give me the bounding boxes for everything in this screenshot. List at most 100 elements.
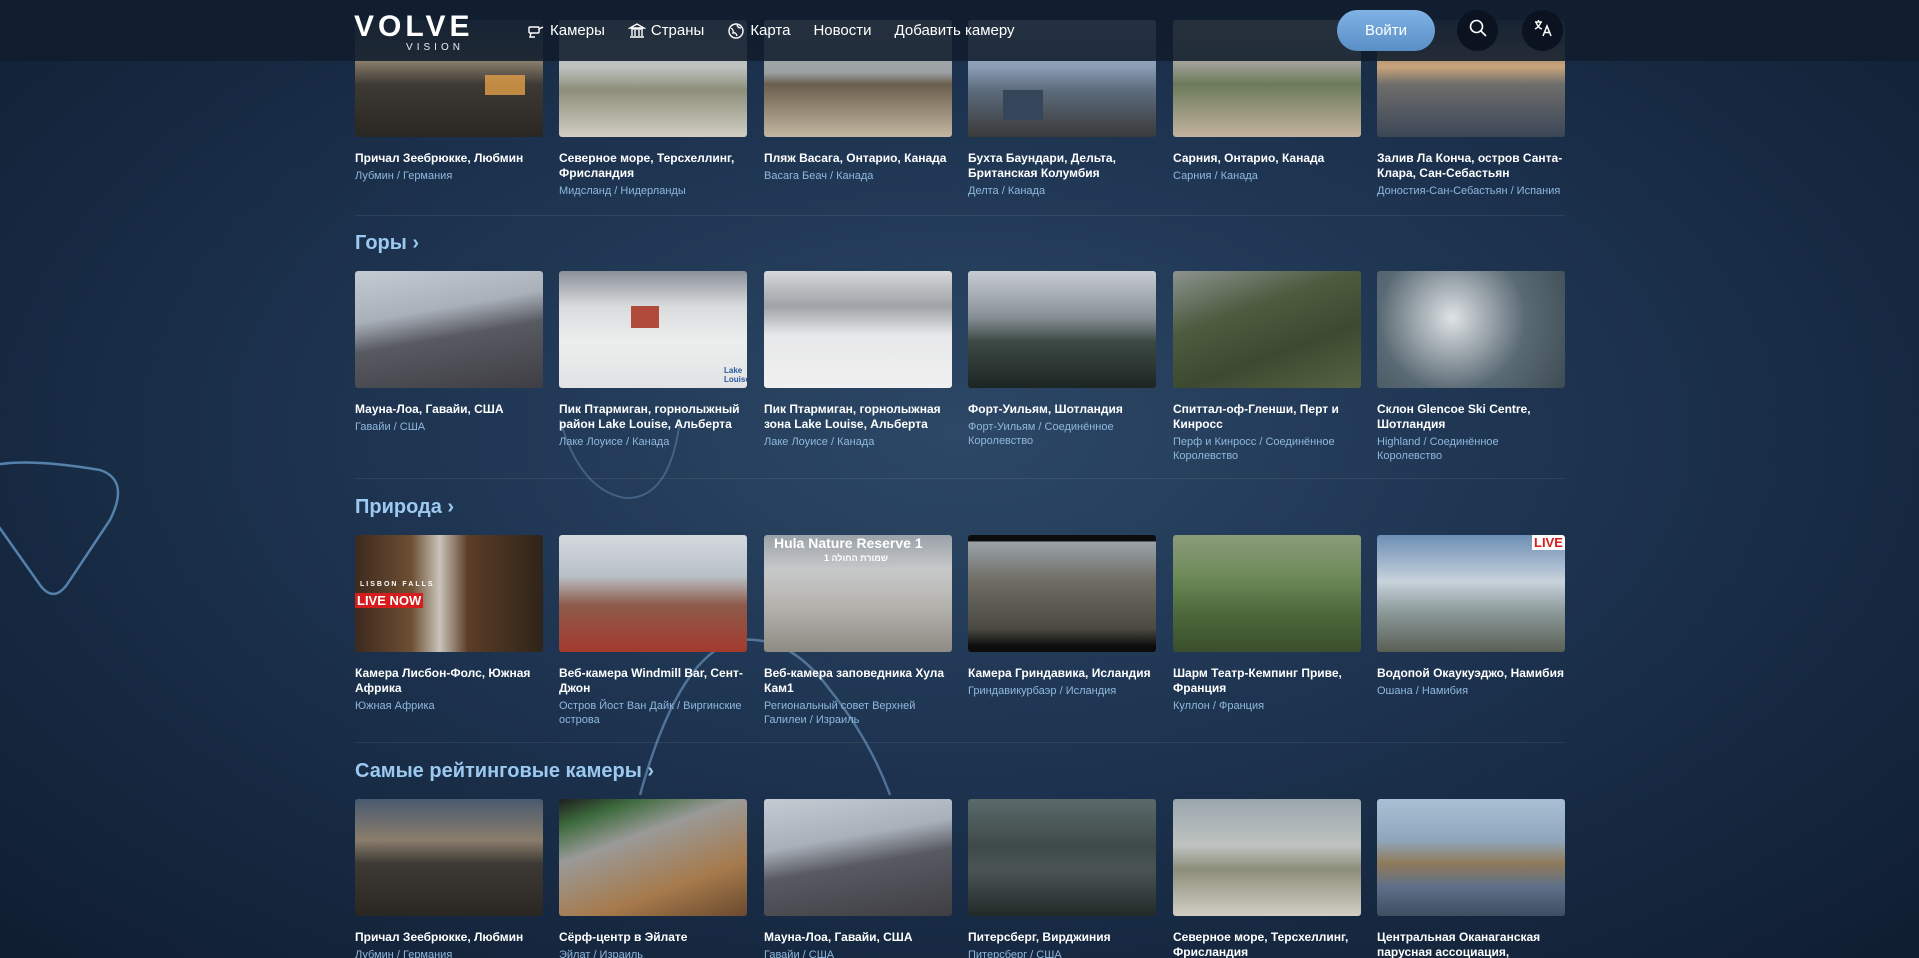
section-title-nature[interactable]: Природа › [355,496,454,519]
camera-location[interactable]: Делта / Канада [968,184,1156,198]
camera-card[interactable]: LIVE Водопой Окаукуэджо, Намибия Ошана /… [1377,535,1565,698]
camera-card[interactable]: Северное море, Терсхеллинг, Фрисландия [1173,799,1361,958]
camera-title: Спиттал-оф-Гленши, Перт и Кинросс [1173,402,1339,431]
lake-louise-logo: Lake Louise [724,366,747,384]
section-title-top-rated[interactable]: Самые рейтинговые камеры › [355,760,654,783]
camera-location[interactable]: Региональный совет Верхней Галилеи / Изр… [764,699,952,727]
nav-add-camera[interactable]: Добавить камеру [895,22,1015,39]
camera-location[interactable]: Южная Африка [355,699,543,713]
camera-card[interactable]: Hula Nature Reserve 1 שמורת החולה 1 Веб-… [764,535,952,727]
camera-thumbnail[interactable] [1173,799,1361,916]
camera-location[interactable]: Доностия-Сан-Себастьян / Испания [1377,184,1565,198]
nature-row: LISBON FALLS LIVE NOW Камера Лисбон-Фолс… [355,535,1565,726]
camera-card[interactable]: Спиттал-оф-Гленши, Перт и Кинросс Перф и… [1173,271,1361,463]
camera-location[interactable]: Гавайи / США [764,948,952,958]
camera-card[interactable]: Сёрф-центр в Эйлате Эйлат / Израиль [559,799,747,958]
camera-thumbnail[interactable] [1173,535,1361,652]
camera-location[interactable]: Лубмин / Германия [355,948,543,958]
camera-thumbnail[interactable]: Lake Louise [559,271,747,388]
camera-title: Склон Glencoe Ski Centre, Шотландия [1377,402,1531,431]
camera-location[interactable]: Васага Беач / Канада [764,169,952,183]
nav-cameras[interactable]: Камеры [527,22,605,40]
camera-card[interactable]: Причал Зеебрюкке, Любмин Лубмин / Герман… [355,799,543,958]
camera-card[interactable]: Мауна-Лоа, Гавайи, США Гавайи / США [764,799,952,958]
nav-cameras-label: Камеры [550,22,605,39]
camera-location[interactable]: Остров Йост Ван Дайк / Виргинские остров… [559,699,747,727]
camera-card[interactable]: Веб-камера Windmill Bar, Сент-Джон Остро… [559,535,747,727]
camera-location[interactable]: Ошана / Намибия [1377,684,1565,698]
camera-card[interactable]: Lake Louise Пик Птармиган, горнолыжный р… [559,271,747,449]
camera-location[interactable]: Гриндавикурбаэр / Исландия [968,684,1156,698]
camera-location[interactable]: Лаке Лоуисе / Канада [764,435,952,449]
nav-countries-label: Страны [650,22,705,39]
section-divider [355,742,1565,743]
camera-thumbnail[interactable] [1377,271,1565,388]
camera-location[interactable]: Куллон / Франция [1173,699,1361,713]
camera-title: Сарния, Онтарио, Канада [1173,151,1325,165]
search-button[interactable] [1457,10,1498,51]
camera-location[interactable]: Сарния / Канада [1173,169,1361,183]
camera-location[interactable]: Лаке Лоуисе / Канада [559,435,747,449]
camera-thumbnail[interactable] [1377,799,1565,916]
camera-card[interactable]: Пик Птармиган, горнолыжная зона Lake Lou… [764,271,952,449]
camera-overlay-subtitle: שמורת החולה 1 [824,553,889,563]
camera-card[interactable]: LISBON FALLS LIVE NOW Камера Лисбон-Фолс… [355,535,543,713]
camera-thumbnail[interactable] [968,271,1156,388]
camera-thumbnail[interactable]: LISBON FALLS LIVE NOW [355,535,543,652]
camera-title: Пляж Васага, Онтарио, Канада [764,151,947,165]
camera-thumbnail[interactable] [355,271,543,388]
nav-add-camera-label: Добавить камеру [894,22,1015,39]
logo-wordmark: VOLVE [354,10,474,43]
nav-news-label: Новости [813,22,872,39]
nav-map[interactable]: Карта [727,22,790,40]
camera-location[interactable]: Эйлат / Израиль [559,948,747,958]
nav-countries[interactable]: Страны [627,22,705,40]
camera-thumbnail[interactable] [968,799,1156,916]
camera-location[interactable]: Highland / Соединённое Королевство [1377,435,1565,463]
camera-location[interactable]: Лубмин / Германия [355,169,543,183]
camera-card[interactable]: Камера Гриндавика, Исландия Гриндавикурб… [968,535,1156,698]
camera-thumbnail[interactable] [355,799,543,916]
mountains-row: Мауна-Лоа, Гавайи, США Гавайи / США Lake… [355,271,1565,462]
logo-subtitle: VISION [406,42,464,53]
camera-title: Водопой Окаукуэджо, Намибия [1377,666,1564,680]
camera-title: Форт-Уильям, Шотландия [968,402,1123,416]
camera-title: Мауна-Лоа, Гавайи, США [355,402,504,416]
section-title-mountains[interactable]: Горы › [355,232,419,255]
camera-location[interactable]: Гавайи / США [355,420,543,434]
camera-thumbnail[interactable]: Hula Nature Reserve 1 שמורת החולה 1 [764,535,952,652]
camera-title: Залив Ла Конча, остров Санта-Клара, Сан-… [1377,151,1563,180]
logo[interactable]: VOLVE VISION [354,12,494,54]
language-button[interactable] [1522,10,1563,51]
search-icon [1468,18,1488,43]
camera-location[interactable]: Питерсберг / США [968,948,1156,958]
camera-title: Пик Птармиган, горнолыжный район Lake Lo… [559,402,740,431]
camera-title: Питерсберг, Вирджиния [968,930,1111,944]
camera-location[interactable]: Форт-Уильям / Соединённое Королевство [968,420,1156,448]
camera-thumbnail[interactable] [559,535,747,652]
camera-thumbnail[interactable] [559,799,747,916]
camera-title: Причал Зеебрюкке, Любмин [355,930,524,944]
camera-title: Причал Зеебрюкке, Любмин [355,151,524,165]
camera-location[interactable]: Перф и Кинросс / Соединённое Королевство [1173,435,1361,463]
camera-card[interactable]: Питерсберг, Вирджиния Питерсберг / США [968,799,1156,958]
camera-card[interactable]: Мауна-Лоа, Гавайи, США Гавайи / США [355,271,543,434]
camera-thumbnail[interactable]: LIVE [1377,535,1565,652]
section-divider [355,215,1565,216]
section-divider [355,478,1565,479]
nav-news[interactable]: Новости [813,22,871,39]
camera-location[interactable]: Мидсланд / Нидерланды [559,184,747,198]
login-button[interactable]: Войти [1337,10,1435,51]
camera-thumbnail[interactable] [968,535,1156,652]
camera-thumbnail[interactable] [1173,271,1361,388]
camera-card[interactable]: Форт-Уильям, Шотландия Форт-Уильям / Сое… [968,271,1156,448]
camera-title: Центральная Оканаганская парусная ассоци… [1377,930,1541,958]
camera-title: Камера Гриндавика, Исландия [968,666,1151,680]
channel-caption: LISBON FALLS [360,581,435,588]
camera-card[interactable]: Шарм Театр-Кемпинг Приве, Франция Куллон… [1173,535,1361,713]
live-now-badge: LIVE NOW [355,593,424,608]
camera-card[interactable]: Склон Glencoe Ski Centre, Шотландия High… [1377,271,1565,463]
camera-card[interactable]: Центральная Оканаганская парусная ассоци… [1377,799,1565,958]
camera-thumbnail[interactable] [764,799,952,916]
camera-thumbnail[interactable] [764,271,952,388]
